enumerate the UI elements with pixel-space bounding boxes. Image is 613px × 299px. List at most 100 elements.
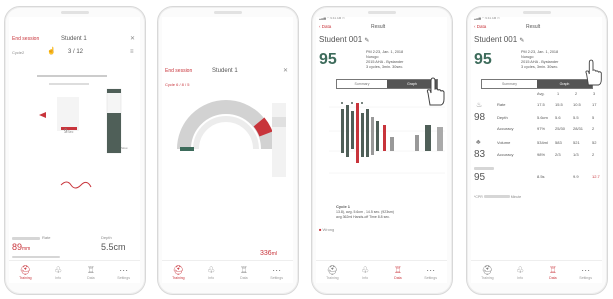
tab-label: Training xyxy=(19,276,32,280)
tab-info[interactable]: ♧ Info xyxy=(195,261,228,283)
caption-placeholder xyxy=(12,256,60,258)
close-icon[interactable]: ✕ xyxy=(283,68,288,74)
cell: 534ml xyxy=(537,140,548,145)
tab-bar: ⛑ Training ♧ Info ♖ Data ⋯ Settings xyxy=(316,260,447,283)
segmented-control: Summary Graph xyxy=(481,79,593,89)
chart-bar xyxy=(356,103,359,163)
gauge-green-marker xyxy=(180,147,194,151)
ventilation-gauge xyxy=(177,100,286,177)
training-screen-compression: End session Student 1 ✕ Cycle2 ☝ 3 / 12 … xyxy=(9,17,140,283)
score-value: 95 xyxy=(474,51,492,68)
data-icon: ♖ xyxy=(86,265,95,275)
status-bar: ▂▃▅ ◠ 9:41 AM ▭ xyxy=(319,16,345,20)
col-header-1: 1 xyxy=(557,92,560,96)
end-session-button[interactable]: End session xyxy=(12,37,39,42)
tap-hand-icon xyxy=(585,59,602,86)
training-icon: ⛑ xyxy=(172,265,185,275)
cell: 12.7 xyxy=(592,174,600,179)
cell: 583 xyxy=(555,140,562,145)
status-bar: ▂▃▅ ◠ 9:41 AM ▭ xyxy=(474,16,500,20)
info-line-4: 3 cycles, 3min. 30sec. xyxy=(366,65,404,69)
cell: 521 xyxy=(573,140,580,145)
tab-label: Info xyxy=(362,276,369,280)
cycle-detail-2: avg 362ml Hands-off Time 8.8 sec. xyxy=(336,215,391,219)
chart-bar xyxy=(341,109,344,153)
row-label: Accuracy xyxy=(497,152,514,157)
tab-settings[interactable]: ⋯ Settings xyxy=(260,261,293,283)
depth-bar-top xyxy=(107,89,121,93)
tab-data[interactable]: ♖ Data xyxy=(537,261,570,283)
end-session-button[interactable]: End session xyxy=(165,69,192,74)
tab-settings[interactable]: ⋯ Settings xyxy=(569,261,602,283)
back-button[interactable]: ‹ Data xyxy=(319,24,331,30)
cpr-note: *CPR Minute xyxy=(474,195,522,199)
chart-dot xyxy=(351,102,353,104)
speaker-notch xyxy=(214,11,242,14)
cell: 5.6 xyxy=(555,115,561,120)
tap-hand-icon xyxy=(426,77,445,106)
more-icon: ⋯ xyxy=(426,265,436,275)
chart-bar xyxy=(376,121,379,151)
cycle-detail-1: 13.8), avg. 5.6cm , 14.5 sec. (923sm) xyxy=(336,210,394,214)
tab-info[interactable]: ♧ Info xyxy=(42,261,75,283)
cycle-title: Cycle 1 xyxy=(336,204,351,209)
tab-label: Training xyxy=(172,276,185,280)
cell: 10.5 xyxy=(573,102,581,107)
close-icon[interactable]: ✕ xyxy=(130,36,135,42)
target-zone xyxy=(57,97,79,131)
tab-summary[interactable]: Summary xyxy=(482,80,537,88)
score-volume: 83 xyxy=(474,149,486,160)
student-name: Student 1 xyxy=(212,68,238,74)
data-icon: ♖ xyxy=(239,265,248,275)
tab-bar: ⛑ Training ♧ Info ♖ Data ⋯ Settings xyxy=(9,260,140,283)
tab-training[interactable]: ⛑ Training xyxy=(316,261,349,283)
menu-icon[interactable]: ≡ xyxy=(130,49,134,55)
tab-data[interactable]: ♖ Data xyxy=(75,261,108,283)
cell: 17 xyxy=(592,102,597,107)
cell: 52 xyxy=(592,140,597,145)
col-header-2: 2 xyxy=(575,92,578,96)
tab-training[interactable]: ⛑ Training xyxy=(471,261,504,283)
data-icon: ♖ xyxy=(548,265,557,275)
tab-training[interactable]: ⛑ Training xyxy=(9,261,42,283)
tab-settings[interactable]: ⋯ Settings xyxy=(107,261,140,283)
compression-gauge xyxy=(37,75,122,189)
tab-label: Data xyxy=(240,276,248,280)
cell: 9.9 xyxy=(573,174,579,179)
cell: 28/31 xyxy=(573,126,584,131)
student-name: Student 001 ✎ xyxy=(474,35,525,45)
row-label: Accuracy xyxy=(497,126,514,131)
tab-summary[interactable]: Summary xyxy=(337,80,387,88)
tab-settings[interactable]: ⋯ Settings xyxy=(414,261,447,283)
edit-icon[interactable]: ✎ xyxy=(364,38,369,44)
cell: 5.6cm xyxy=(537,115,548,120)
tab-data[interactable]: ♖ Data xyxy=(228,261,261,283)
tab-label: Info xyxy=(208,276,215,280)
gauge-red-segment xyxy=(253,117,273,137)
back-button[interactable]: ‹ Data xyxy=(474,24,486,30)
ruler-bar-top xyxy=(37,75,107,77)
tab-info[interactable]: ♧ Info xyxy=(349,261,382,283)
ventilation-icon: ♣ xyxy=(476,139,481,146)
phone-mockup-3: ▂▃▅ ◠ 9:41 AM ▭ ‹ Data Result Student 00… xyxy=(311,6,453,295)
tab-training[interactable]: ⛑ Training xyxy=(162,261,195,283)
training-icon: ⛑ xyxy=(481,265,494,275)
cycle-label: Cycle 6 / 8 / 5 xyxy=(165,82,190,87)
tab-data[interactable]: ♖ Data xyxy=(382,261,415,283)
cell: 98% xyxy=(537,152,546,157)
tab-label: Settings xyxy=(579,276,592,280)
edit-icon[interactable]: ✎ xyxy=(519,38,524,44)
chart-bar xyxy=(361,113,364,157)
chart-bar xyxy=(437,127,443,151)
ruler-bar-mid xyxy=(49,83,89,85)
cell: 2/3 xyxy=(555,152,561,157)
chart-bar xyxy=(346,105,349,157)
legend-swatch: ■ xyxy=(319,227,322,232)
cell: 15.5 xyxy=(555,102,563,107)
score-value: 95 xyxy=(319,51,337,68)
tab-bar: ⛑ Training ♧ Info ♖ Data ⋯ Settings xyxy=(471,260,602,283)
depth-value: 89mm xyxy=(12,242,31,252)
tab-info[interactable]: ♧ Info xyxy=(504,261,537,283)
row-label: Depth xyxy=(497,115,508,120)
cycle-label: Cycle2 xyxy=(12,50,25,55)
